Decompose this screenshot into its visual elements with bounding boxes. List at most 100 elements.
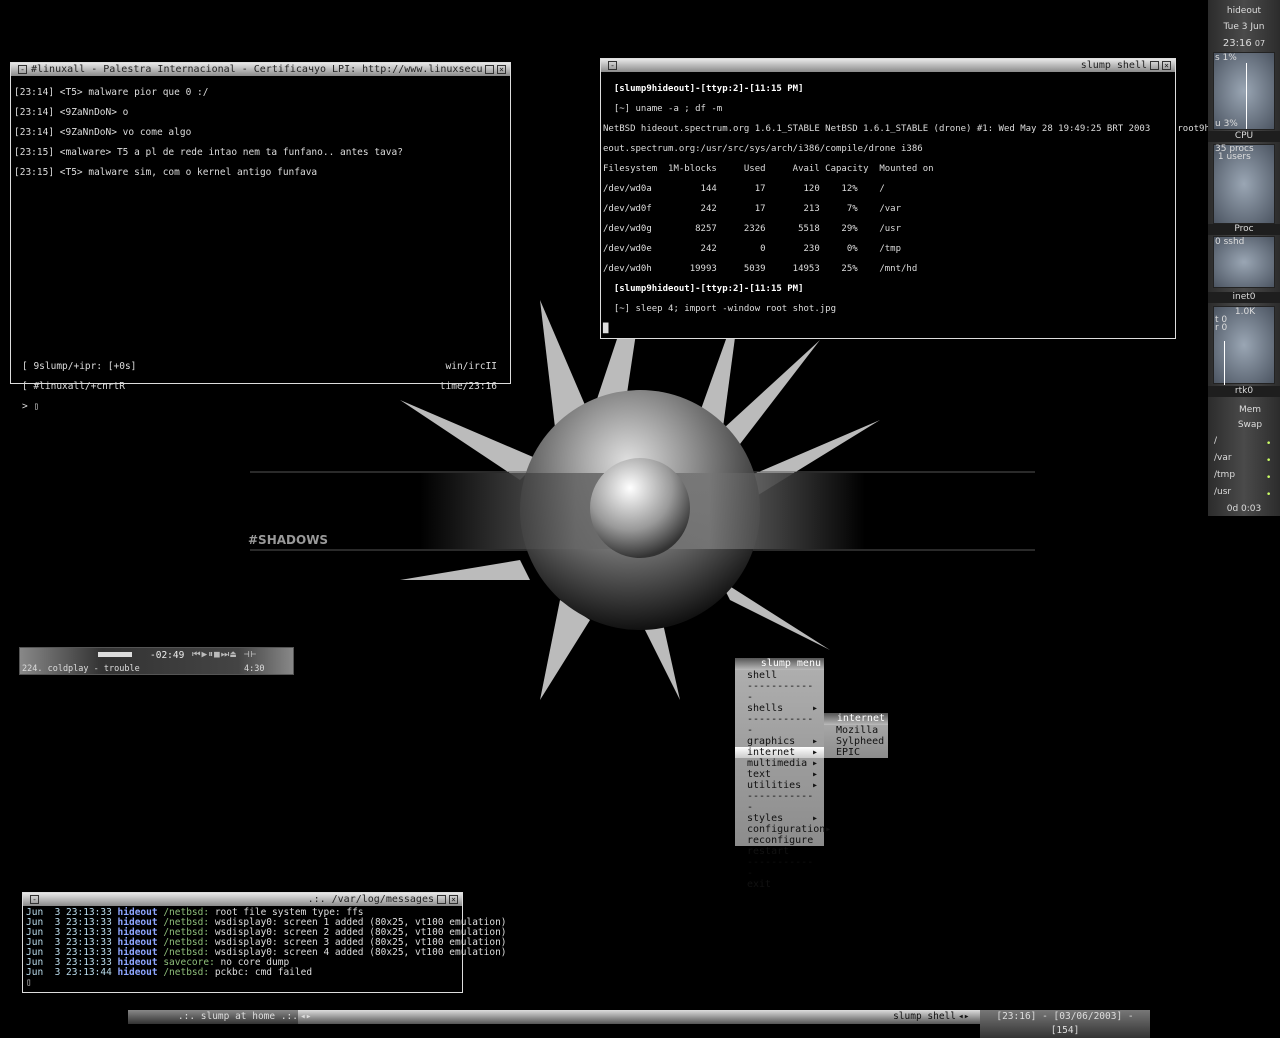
irc-prompt: > <box>22 401 34 412</box>
submenu-arrow-icon: ▸ <box>811 747 818 758</box>
irc-line: [23:15] <T5> malware sim, com o kernel a… <box>14 167 318 178</box>
menu-item-reconfigure[interactable]: reconfigure <box>735 835 824 846</box>
net-rx: r 0 <box>1215 323 1228 333</box>
shell-line: eout.spectrum.org:/usr/src/sys/arch/i386… <box>603 144 923 154</box>
menu-item-multimedia[interactable]: multimedia ▸ <box>735 758 824 769</box>
irc-status-nick: [ 9slump/+ipr: [+0s] <box>22 361 137 372</box>
workspace-name[interactable]: .:. slump at home .:. <box>128 1010 298 1024</box>
fs-tmp: /tmp <box>1214 470 1236 480</box>
submenu-arrow-icon: ▸ <box>811 758 818 769</box>
menu-separator: ------------ <box>735 714 824 736</box>
net-label: rtk0 <box>1208 386 1280 397</box>
shell-line: NetBSD hideout.spectrum.org 1.6.1_STABLE… <box>603 124 1221 134</box>
proc-label: Proc <box>1208 224 1280 235</box>
menu-item-styles[interactable]: styles ▸ <box>735 813 824 824</box>
menu-item-internet[interactable]: internet ▸ <box>735 747 824 758</box>
menu-item-shells[interactable]: shells ▸ <box>735 703 824 714</box>
internet-submenu: internet Mozilla Sylpheed EPIC <box>824 713 888 758</box>
menu-item-epic[interactable]: EPIC <box>824 747 888 758</box>
shell-line: Filesystem 1M-blocks Used Avail Capacity… <box>603 164 934 174</box>
menu-item-label: internet <box>747 747 796 758</box>
menu-item-text[interactable]: text ▸ <box>735 769 824 780</box>
menu-item-graphics[interactable]: graphics ▸ <box>735 736 824 747</box>
shell-cursor: █ <box>603 324 609 334</box>
net-rates: t 0r 0 <box>1215 316 1228 333</box>
maximize-button[interactable] <box>437 895 446 904</box>
irc-titlebar[interactable]: - #linuxall - Palestra Internacional - Ce… <box>11 63 510 76</box>
proc-chart: 35 procs 1 users <box>1213 144 1275 224</box>
menu-item-label: configuration <box>747 824 826 835</box>
irc-window[interactable]: - #linuxall - Palestra Internacional - Ce… <box>10 62 511 412</box>
irc-messages: [23:14] <T5> malware pior que 0 :/ [23:1… <box>11 76 510 190</box>
menu-item-configuration[interactable]: configuration ▸ <box>735 824 831 835</box>
menu-item-sylpheed[interactable]: Sylpheed <box>824 736 888 747</box>
player-time: -02:49 <box>150 650 185 661</box>
shell-output[interactable]: [slump9hideout]-[ttyp:2]-[11:15 PM] [~] … <box>601 72 1221 346</box>
shell-line: [slump9hideout]-[ttyp:2]-[11:15 PM] <box>603 84 804 94</box>
cpu-top-label: s 1% <box>1215 53 1237 63</box>
task-arrows[interactable]: ◂▸ <box>958 1010 969 1024</box>
menu-item-mozilla[interactable]: Mozilla <box>824 725 888 736</box>
menu-item-label: shell <box>747 670 778 681</box>
shell-line: /dev/wd0a 144 17 120 12% / <box>603 184 885 194</box>
submenu-arrow-icon: ▸ <box>811 780 818 791</box>
irc-status-right: win/ircII time/23:16 <box>437 350 500 404</box>
minimize-button[interactable]: - <box>18 65 27 74</box>
irc-status-channel: [ #linuxall/+cnrtR <box>22 381 125 392</box>
task-slump-shell[interactable]: slump shell <box>828 1010 956 1024</box>
menu-item-exit[interactable]: exit <box>735 879 824 890</box>
volume-bar[interactable] <box>98 652 132 657</box>
menu-separator: ------------ <box>735 857 824 879</box>
menu-item-utilities[interactable]: utilities ▸ <box>735 780 824 791</box>
log-msg: pckbc: cmd failed <box>214 967 313 978</box>
submenu-arrow-icon: ▸ <box>825 824 832 835</box>
taskbar-clock: [23:16] - [03/06/2003] - [154] <box>980 1010 1150 1038</box>
menu-item-label: utilities <box>747 780 802 791</box>
minimize-button[interactable]: - <box>608 61 617 70</box>
close-icon[interactable]: × <box>497 65 506 74</box>
submenu-arrow-icon: ▸ <box>811 736 818 747</box>
submenu-arrow-icon: ▸ <box>811 813 818 824</box>
workspace-arrows[interactable]: ◂▸ <box>300 1010 311 1024</box>
fs-usr: /usr <box>1214 487 1232 497</box>
inet-label: inet0 <box>1208 292 1280 303</box>
menu-item-label: shells <box>747 703 784 714</box>
inet-chart: 0 sshd <box>1213 236 1275 288</box>
shell-window[interactable]: - slump shell × [slump9hideout]-[ttyp:2]-[… <box>600 58 1221 339</box>
maximize-button[interactable] <box>1150 61 1159 70</box>
shell-line: /dev/wd0g 8257 2326 5518 29% /usr <box>603 224 902 234</box>
menu-item-label: multimedia <box>747 758 808 769</box>
maximize-button[interactable] <box>485 65 494 74</box>
menu-item-label: ------------ <box>747 857 814 879</box>
shell-title: slump shell <box>1080 60 1147 71</box>
users-count: 1 users <box>1217 152 1251 162</box>
log-date: Jun 3 23:13:44 <box>26 967 112 978</box>
menu-item-shell[interactable]: shell <box>735 670 824 681</box>
log-title: .:. /var/log/messages <box>307 894 434 905</box>
irc-line: [23:15] <malware> T5 a pl de rede intao … <box>14 147 403 158</box>
sshd-count: 0 sshd <box>1215 237 1245 247</box>
track-length: 4:30 <box>244 664 265 674</box>
irc-input[interactable]: > ▯ <box>22 402 136 412</box>
close-icon[interactable]: × <box>449 895 458 904</box>
log-line: Jun 3 23:13:44 hideout /netbsd: pckbc: c… <box>26 968 459 978</box>
player-controls[interactable]: ⏮▶⏸■⏭⏏ ⊣⊢ <box>192 649 257 660</box>
minimize-button[interactable]: - <box>30 895 39 904</box>
shell-titlebar[interactable]: - slump shell × <box>601 59 1175 72</box>
gk-time: 23:16 <box>1222 38 1252 49</box>
wallpaper-logo: #SHADOWS <box>248 533 329 547</box>
media-player[interactable]: -02:49 ⏮▶⏸■⏭⏏ ⊣⊢ 224. coldplay - trouble… <box>19 647 294 675</box>
menu-item-restart[interactable]: restart <box>735 846 824 857</box>
cpu-label: CPU <box>1208 131 1280 142</box>
log-titlebar[interactable]: - .:. /var/log/messages × <box>23 893 462 906</box>
fs-root: / <box>1214 436 1218 446</box>
taskbar: .:. slump at home .:. ◂▸ slump shell ◂▸ … <box>128 1010 1150 1038</box>
log-cursor: ▯ <box>26 977 32 988</box>
mem-meter: Mem <box>1238 405 1262 415</box>
shell-line: /dev/wd0f 242 17 213 7% /var <box>603 204 902 214</box>
close-icon[interactable]: × <box>1162 61 1171 70</box>
log-window[interactable]: - .:. /var/log/messages × Jun 3 23:13:33 h… <box>22 892 507 993</box>
gk-seconds: 07 <box>1254 39 1266 48</box>
menu-separator: ------------ <box>735 681 824 703</box>
log-src: /netbsd: <box>163 967 210 978</box>
